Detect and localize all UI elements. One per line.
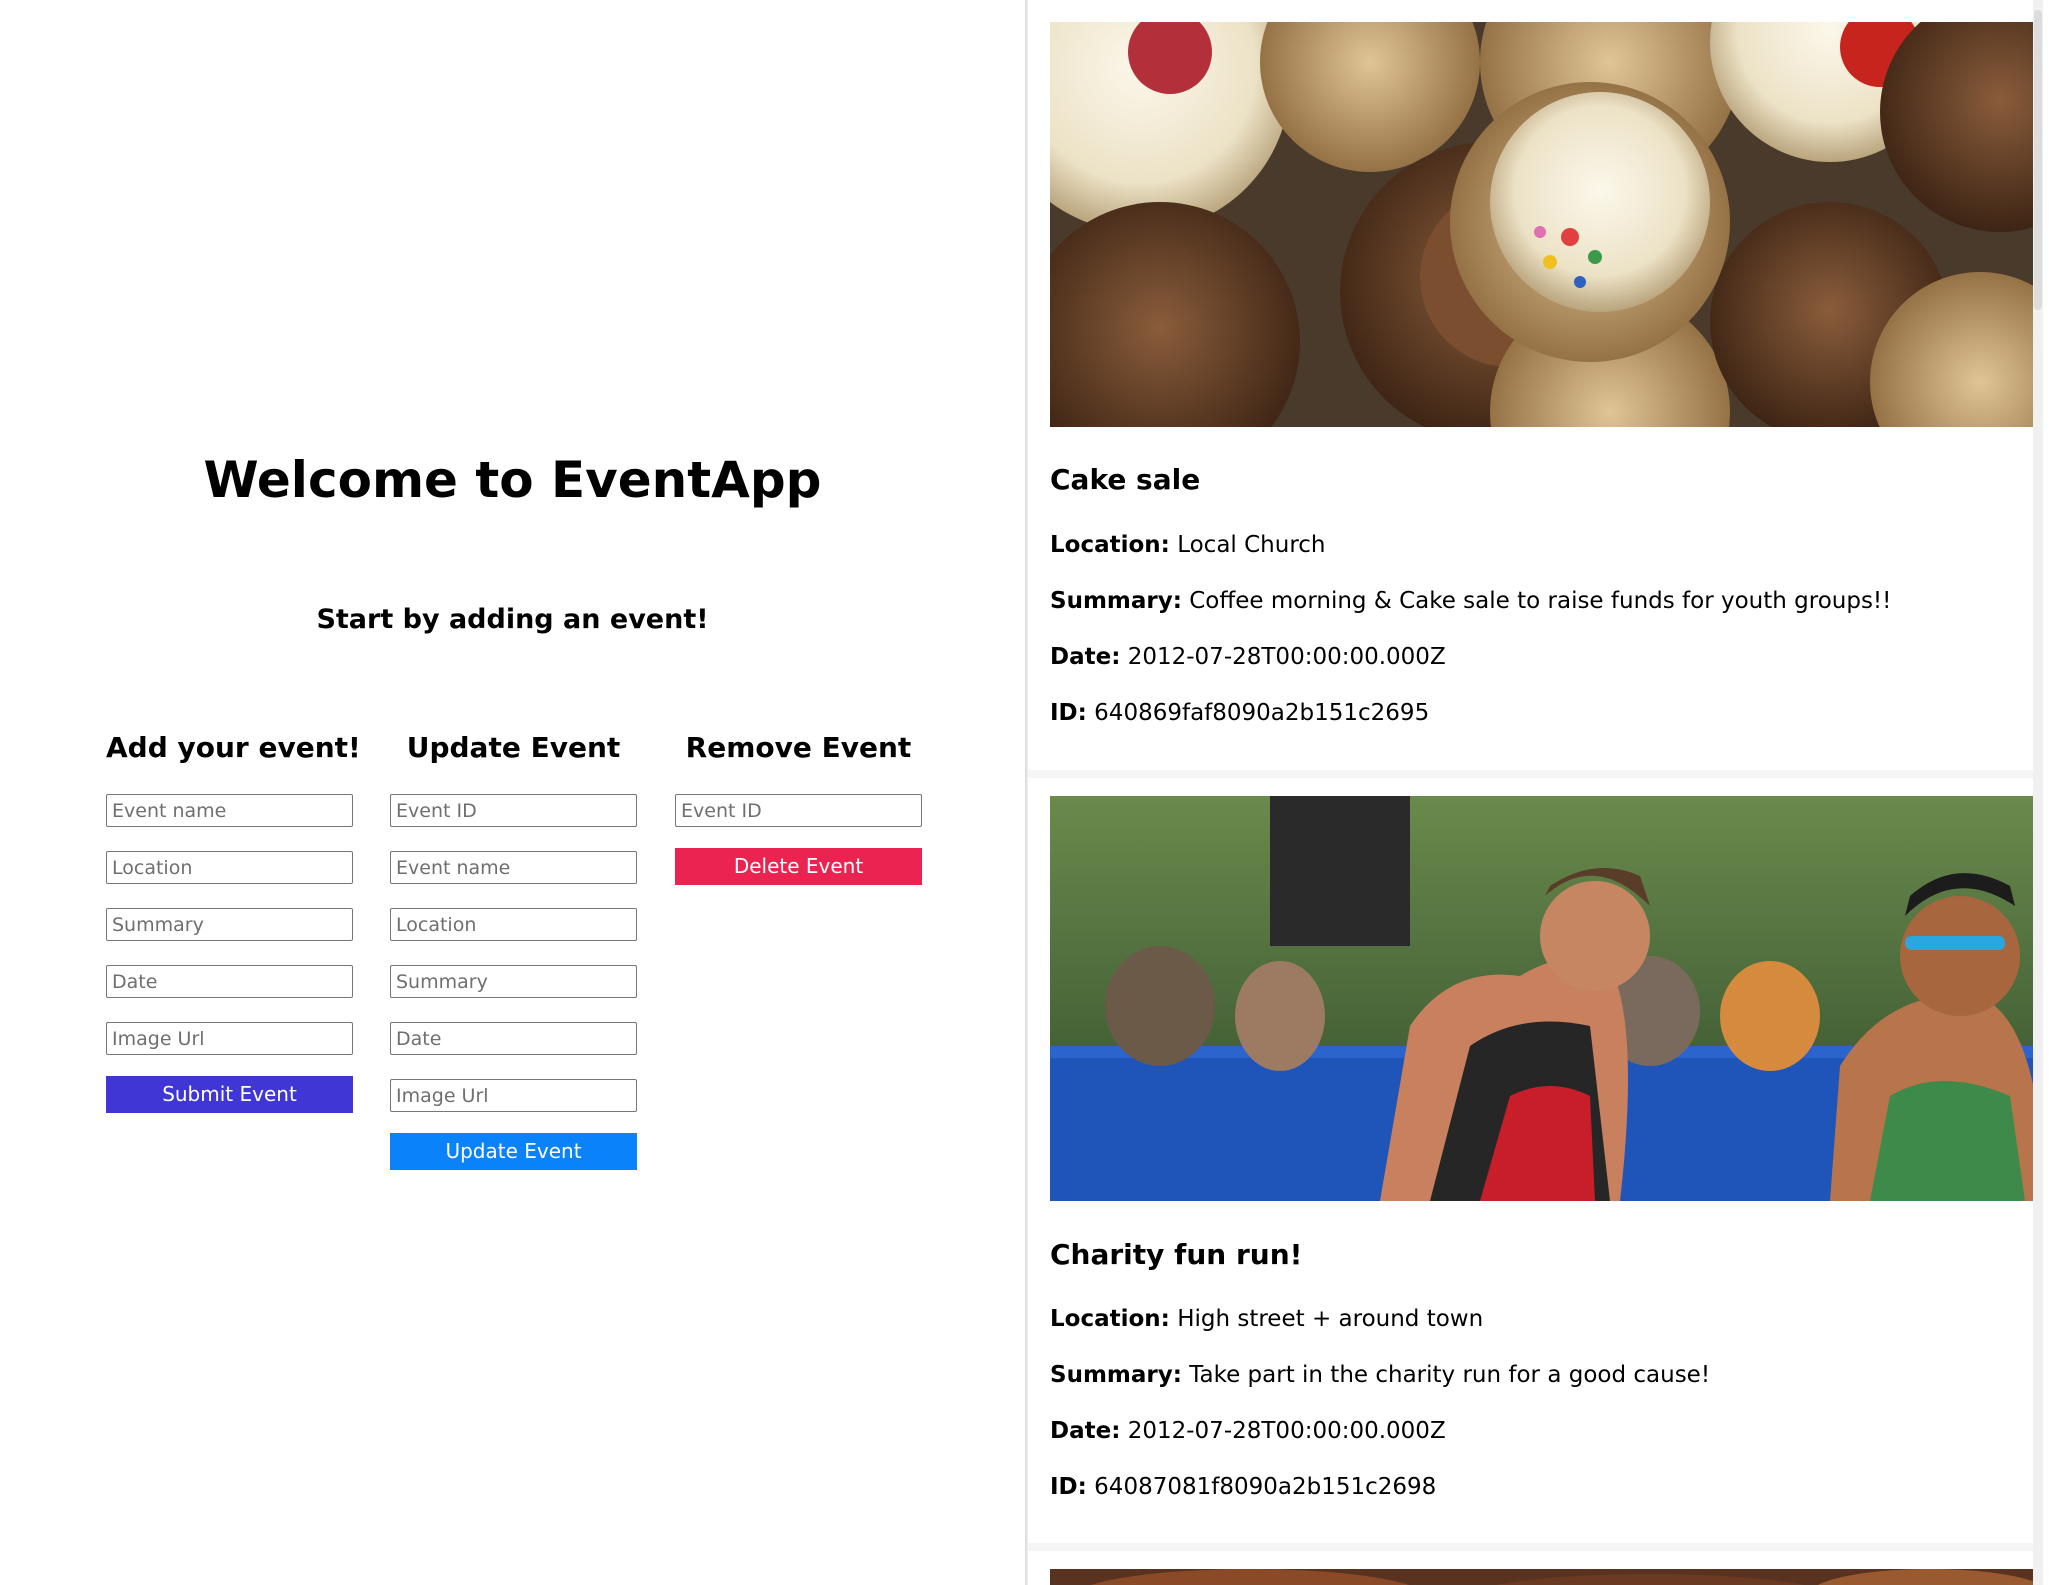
- event-title: Charity fun run!: [1050, 1238, 1303, 1271]
- left-panel: Welcome to EventApp Start by adding an e…: [0, 0, 1025, 1585]
- id-value: 64087081f8090a2b151c2698: [1094, 1474, 1437, 1500]
- submit-event-button[interactable]: Submit Event: [106, 1076, 353, 1113]
- runners-photo: [1050, 796, 2043, 1201]
- add-location-input[interactable]: [106, 851, 353, 884]
- add-image-url-input[interactable]: [106, 1022, 353, 1055]
- id-value: 640869faf8090a2b151c2695: [1094, 700, 1430, 726]
- delete-event-button[interactable]: Delete Event: [675, 848, 922, 885]
- add-summary-input[interactable]: [106, 908, 353, 941]
- summary-value: Coffee morning & Cake sale to raise fund…: [1189, 588, 1892, 614]
- event-location: Location: Local Church: [1050, 528, 1326, 562]
- update-event-form: Update Event Update Event: [390, 724, 637, 1170]
- page-title: Welcome to EventApp: [203, 451, 822, 509]
- update-location-input[interactable]: [390, 908, 637, 941]
- id-label: ID:: [1050, 1474, 1087, 1500]
- event-title: Cake sale: [1050, 463, 1201, 496]
- event-summary: Summary: Take part in the charity run fo…: [1050, 1358, 1710, 1392]
- date-value: 2012-07-28T00:00:00.000Z: [1127, 644, 1446, 670]
- date-label: Date:: [1050, 644, 1121, 670]
- page-subtitle: Start by adding an event!: [316, 604, 709, 635]
- remove-event-heading: Remove Event: [685, 731, 912, 764]
- summary-label: Summary:: [1050, 588, 1182, 614]
- scrollbar[interactable]: [2033, 0, 2043, 1585]
- location-value: High street + around town: [1177, 1306, 1484, 1332]
- cupcakes-photo: [1050, 22, 2043, 427]
- location-label: Location:: [1050, 1306, 1170, 1332]
- summary-value: Take part in the charity run for a good …: [1189, 1362, 1711, 1388]
- event-app-page: Welcome to EventApp Start by adding an e…: [0, 0, 2053, 1585]
- id-label: ID:: [1050, 700, 1087, 726]
- update-event-button[interactable]: Update Event: [390, 1133, 637, 1170]
- event-location: Location: High street + around town: [1050, 1302, 1483, 1336]
- update-summary-input[interactable]: [390, 965, 637, 998]
- add-date-input[interactable]: [106, 965, 353, 998]
- update-date-input[interactable]: [390, 1022, 637, 1055]
- scrollbar-thumb[interactable]: [2034, 10, 2042, 310]
- events-list-panel[interactable]: Cake sale Location: Local Church Summary…: [1028, 0, 2043, 1585]
- event-card: Charity fun run! Location: High street +…: [1028, 778, 2043, 1543]
- event-id: ID: 640869faf8090a2b151c2695: [1050, 696, 1429, 730]
- date-value: 2012-07-28T00:00:00.000Z: [1127, 1418, 1446, 1444]
- location-label: Location:: [1050, 532, 1170, 558]
- update-image-url-input[interactable]: [390, 1079, 637, 1112]
- location-value: Local Church: [1177, 532, 1326, 558]
- event-card: Cake sale Location: Local Church Summary…: [1028, 0, 2043, 770]
- remove-event-form: Remove Event Delete Event: [675, 724, 922, 885]
- date-label: Date:: [1050, 1418, 1121, 1444]
- update-event-id-input[interactable]: [390, 794, 637, 827]
- add-event-heading: Add your event!: [106, 731, 361, 764]
- add-event-name-input[interactable]: [106, 794, 353, 827]
- event-date: Date: 2012-07-28T00:00:00.000Z: [1050, 640, 1446, 674]
- event-id: ID: 64087081f8090a2b151c2698: [1050, 1470, 1436, 1504]
- event-date: Date: 2012-07-28T00:00:00.000Z: [1050, 1414, 1446, 1448]
- update-event-heading: Update Event: [406, 731, 621, 764]
- add-event-form: Add your event! Submit Event: [106, 724, 361, 1113]
- remove-event-id-input[interactable]: [675, 794, 922, 827]
- update-event-name-input[interactable]: [390, 851, 637, 884]
- summary-label: Summary:: [1050, 1362, 1182, 1388]
- event-photo: [1050, 1569, 2043, 1585]
- event-summary: Summary: Coffee morning & Cake sale to r…: [1050, 584, 1891, 618]
- event-card: [1028, 1551, 2043, 1585]
